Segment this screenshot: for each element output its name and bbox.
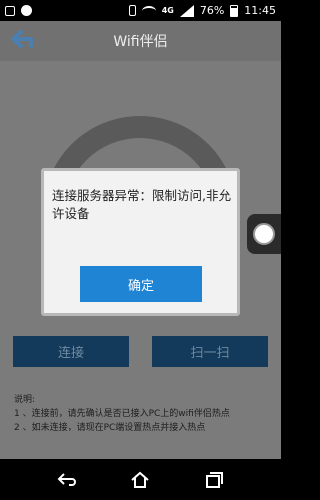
status-bar: 4G 76% 11:45 [0, 0, 281, 21]
ok-button[interactable]: 确定 [80, 266, 202, 302]
page-title: Wifi伴侣 [113, 34, 168, 50]
help-line-1: 1 、连接前，请先确认是否已接入PC上的wifi伴侣热点 [14, 409, 230, 419]
recents-nav-button[interactable] [203, 471, 225, 489]
help-title: 说明: [14, 395, 36, 405]
recents-icon [206, 471, 224, 488]
notification-icon [5, 5, 15, 16]
error-dialog: 连接服务器异常：限制访问,非允许设备 确定 [41, 168, 240, 316]
vibrate-icon [128, 5, 136, 16]
clock: 11:45 [244, 4, 276, 17]
status-right: 4G 76% 11:45 [128, 4, 276, 17]
dialog-message: 连接服务器异常：限制访问,非允许设备 [52, 188, 231, 221]
battery-icon [230, 4, 239, 17]
battery-percent: 76% [199, 4, 225, 17]
connect-button[interactable]: 连接 [13, 336, 129, 367]
scan-button[interactable]: 扫一扫 [152, 336, 268, 367]
help-text: 说明: 1 、连接前，请先确认是否已接入PC上的wifi伴侣热点 2 、如未连接… [14, 393, 274, 435]
back-arrow-icon[interactable] [10, 29, 36, 51]
help-line-2: 2 、如未连接，请现在PC端设置热点并接入热点 [14, 423, 206, 433]
assistive-circle-icon [253, 223, 275, 245]
back-nav-button[interactable] [56, 471, 78, 489]
back-icon [57, 472, 76, 486]
assistive-touch-button[interactable] [247, 214, 281, 254]
wifi-icon [141, 5, 156, 16]
home-icon [131, 471, 150, 488]
status-left [5, 5, 32, 16]
signal-icon [179, 4, 194, 17]
network-type-icon: 4G [161, 5, 174, 15]
record-icon [21, 5, 32, 16]
home-nav-button[interactable] [129, 471, 151, 489]
navigation-bar [0, 459, 281, 500]
title-bar: Wifi伴侣 [0, 21, 281, 61]
